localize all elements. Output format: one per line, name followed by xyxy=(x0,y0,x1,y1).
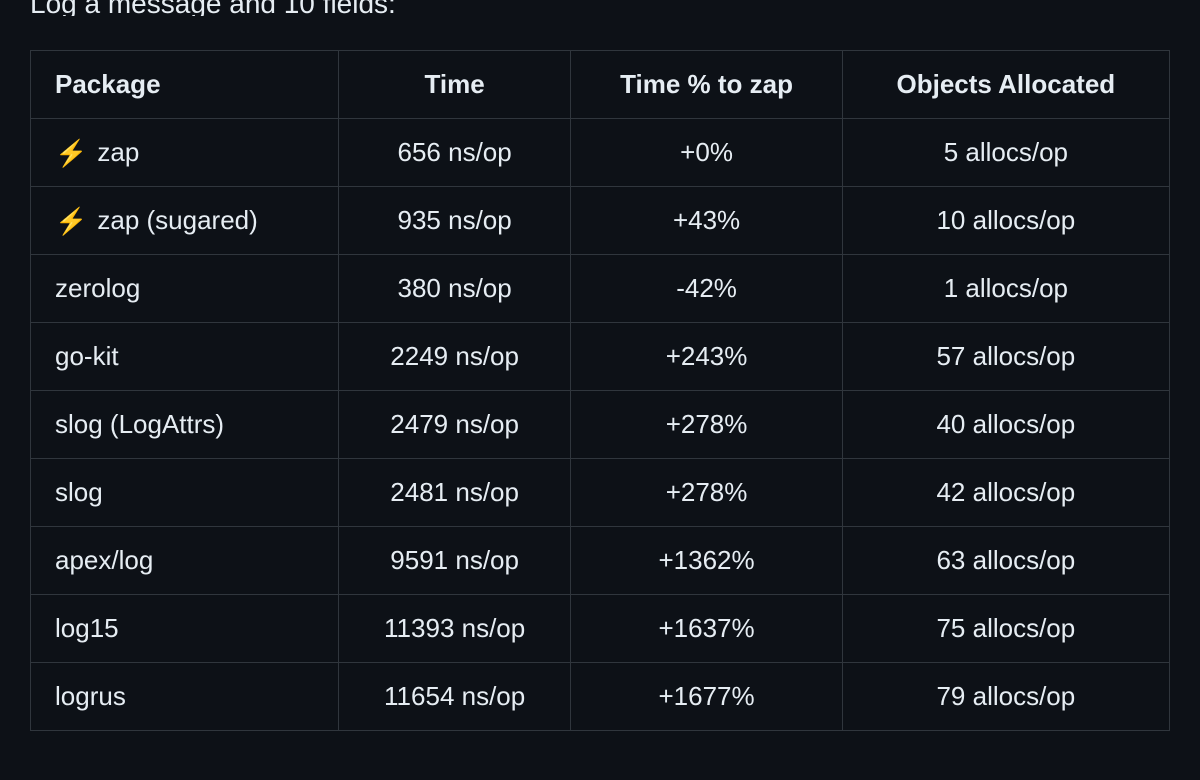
col-time: Time xyxy=(338,51,571,119)
cell-time-pct: +278% xyxy=(571,459,842,527)
package-name: zerolog xyxy=(55,273,140,304)
cell-time-pct: +43% xyxy=(571,187,842,255)
cell-time: 656 ns/op xyxy=(338,119,571,187)
table-header-row: Package Time Time % to zap Objects Alloc… xyxy=(31,51,1170,119)
cell-package: zerolog xyxy=(31,255,339,323)
zap-icon: ⚡ xyxy=(55,208,87,234)
cell-package: ⚡ zap xyxy=(31,119,339,187)
cell-time: 2479 ns/op xyxy=(338,391,571,459)
col-time-pct: Time % to zap xyxy=(571,51,842,119)
package-name: slog (LogAttrs) xyxy=(55,409,224,440)
cell-time: 9591 ns/op xyxy=(338,527,571,595)
cell-time-pct: +0% xyxy=(571,119,842,187)
cell-time-pct: +243% xyxy=(571,323,842,391)
package-name: zap (sugared) xyxy=(97,205,257,236)
cell-time: 11654 ns/op xyxy=(338,663,571,731)
package-name: go-kit xyxy=(55,341,119,372)
table-row: slog 2481 ns/op+278%42 allocs/op xyxy=(31,459,1170,527)
table-row: log15 11393 ns/op+1637%75 allocs/op xyxy=(31,595,1170,663)
col-allocs: Objects Allocated xyxy=(842,51,1169,119)
cell-time: 935 ns/op xyxy=(338,187,571,255)
package-name: logrus xyxy=(55,681,126,712)
benchmark-table: Package Time Time % to zap Objects Alloc… xyxy=(30,50,1170,731)
cell-package: ⚡ zap (sugared) xyxy=(31,187,339,255)
table-row: logrus 11654 ns/op+1677%79 allocs/op xyxy=(31,663,1170,731)
package-name: slog xyxy=(55,477,103,508)
cell-allocs: 63 allocs/op xyxy=(842,527,1169,595)
table-row: ⚡ zap (sugared) 935 ns/op+43%10 allocs/op xyxy=(31,187,1170,255)
cell-package: logrus xyxy=(31,663,339,731)
cell-time: 2249 ns/op xyxy=(338,323,571,391)
cell-time-pct: +1362% xyxy=(571,527,842,595)
package-name: apex/log xyxy=(55,545,153,576)
table-row: zerolog 380 ns/op-42%1 allocs/op xyxy=(31,255,1170,323)
col-package: Package xyxy=(31,51,339,119)
cell-allocs: 10 allocs/op xyxy=(842,187,1169,255)
cell-allocs: 1 allocs/op xyxy=(842,255,1169,323)
zap-icon: ⚡ xyxy=(55,140,87,166)
cell-time: 380 ns/op xyxy=(338,255,571,323)
cell-time-pct: +1637% xyxy=(571,595,842,663)
cell-package: apex/log xyxy=(31,527,339,595)
table-caption: Log a message and 10 fields: xyxy=(30,0,1170,16)
cell-allocs: 42 allocs/op xyxy=(842,459,1169,527)
cell-package: log15 xyxy=(31,595,339,663)
cell-time: 11393 ns/op xyxy=(338,595,571,663)
cell-time: 2481 ns/op xyxy=(338,459,571,527)
cell-allocs: 79 allocs/op xyxy=(842,663,1169,731)
table-row: slog (LogAttrs) 2479 ns/op+278%40 allocs/… xyxy=(31,391,1170,459)
cell-allocs: 40 allocs/op xyxy=(842,391,1169,459)
cell-allocs: 75 allocs/op xyxy=(842,595,1169,663)
cell-allocs: 57 allocs/op xyxy=(842,323,1169,391)
table-row: ⚡ zap 656 ns/op+0%5 allocs/op xyxy=(31,119,1170,187)
cell-allocs: 5 allocs/op xyxy=(842,119,1169,187)
cell-package: slog (LogAttrs) xyxy=(31,391,339,459)
table-row: go-kit 2249 ns/op+243%57 allocs/op xyxy=(31,323,1170,391)
cell-time-pct: +1677% xyxy=(571,663,842,731)
table-row: apex/log 9591 ns/op+1362%63 allocs/op xyxy=(31,527,1170,595)
cell-package: slog xyxy=(31,459,339,527)
cell-package: go-kit xyxy=(31,323,339,391)
cell-time-pct: +278% xyxy=(571,391,842,459)
package-name: log15 xyxy=(55,613,119,644)
cell-time-pct: -42% xyxy=(571,255,842,323)
package-name: zap xyxy=(97,137,139,168)
